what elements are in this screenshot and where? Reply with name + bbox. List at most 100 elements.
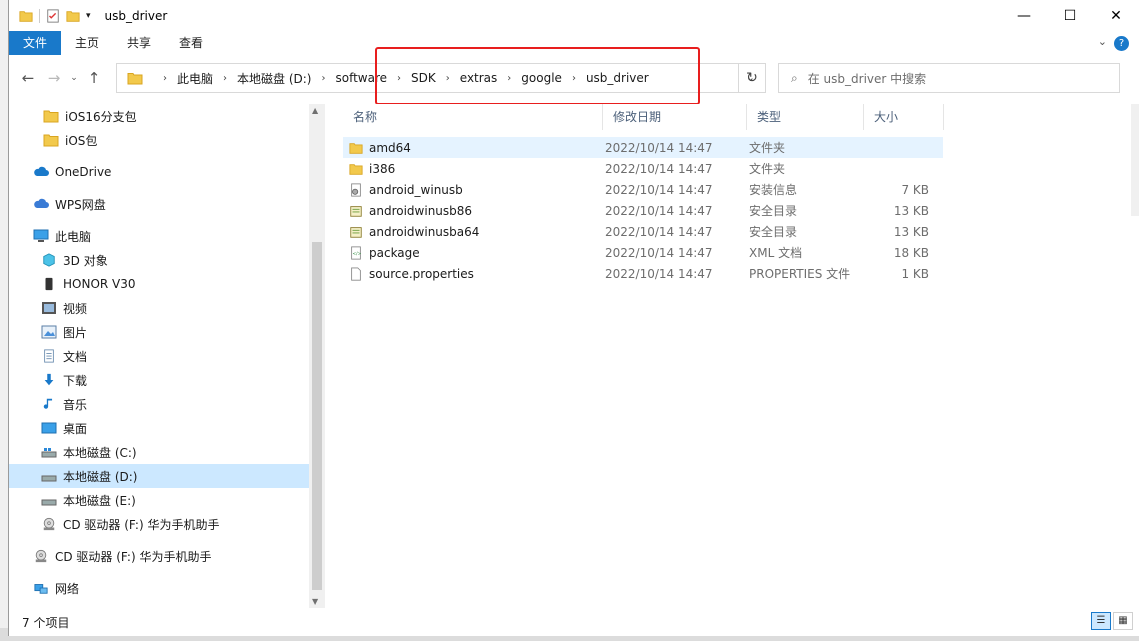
view-switcher: ☰ ▦ [1091,612,1133,630]
window-controls: — ☐ ✕ [1001,0,1139,31]
forward-button[interactable]: → [41,69,67,87]
breadcrumb-item[interactable]: 此电脑 [177,70,213,87]
search-icon: ⌕ [791,70,798,85]
table-row[interactable]: amd64 2022/10/14 14:47 文件夹 [343,137,943,158]
sidebar-item-label: OneDrive [55,165,112,179]
security-catalog-icon [350,226,362,238]
new-folder-icon[interactable] [66,9,80,23]
sidebar-item-documents[interactable]: 文档 [9,344,309,368]
file-icon [351,266,361,281]
folder-icon [349,142,363,154]
file-date: 2022/10/14 14:47 [605,161,713,176]
file-type: 文件夹 [749,162,786,176]
scroll-down-icon[interactable]: ▼ [312,597,318,606]
drive-icon [41,475,57,482]
tab-share[interactable]: 共享 [113,31,165,55]
sidebar-item-label: 下载 [63,373,88,388]
music-icon [43,398,53,409]
sidebar-item-label: 文档 [63,349,88,364]
scrollbar-thumb[interactable] [312,242,322,590]
sidebar-item-onedrive[interactable]: OneDrive [9,160,309,184]
explorer-window: ▾ usb_driver — ☐ ✕ 文件 主页 共享 查看 ⌄ ? ← → ⌄… [8,0,1139,636]
sidebar-item-label: 此电脑 [55,229,92,244]
file-date: 2022/10/14 14:47 [605,140,713,155]
chevron-down-icon[interactable]: ▾ [86,11,91,21]
properties-icon[interactable] [46,8,60,23]
table-row[interactable]: source.properties 2022/10/14 14:47 PROPE… [343,263,943,284]
sidebar-item-drive-c[interactable]: 本地磁盘 (C:) [9,440,309,464]
sidebar-item-honor[interactable]: HONOR V30 [9,272,309,296]
tab-view[interactable]: 查看 [165,31,217,55]
column-header-date[interactable]: 修改日期 [603,104,747,130]
tab-home[interactable]: 主页 [61,31,113,55]
navigation-pane: iOS16分支包 iOS包 OneDrive WPS网盘 此电脑 3D 对象 H… [9,104,309,608]
column-header-type[interactable]: 类型 [747,104,864,130]
sidebar-item-ios[interactable]: iOS包 [9,128,309,152]
sidebar-item-ios16[interactable]: iOS16分支包 [9,104,309,128]
file-date: 2022/10/14 14:47 [605,182,713,197]
column-header-size[interactable]: 大小 [864,104,944,130]
content-scrollbar-edge [1131,104,1139,216]
sidebar-item-label: 图片 [63,325,88,340]
up-button[interactable]: ↑ [81,69,107,87]
file-date: 2022/10/14 14:47 [605,224,713,239]
file-size: 18 KB [893,245,929,260]
file-name: i386 [369,161,396,176]
sidebar-scrollbar[interactable]: ▲ ▼ [309,104,325,608]
sidebar-item-pictures[interactable]: 图片 [9,320,309,344]
sidebar-item-label: 音乐 [63,397,88,412]
file-name: amd64 [369,140,411,155]
sidebar-item-drive-e[interactable]: 本地磁盘 (E:) [9,488,309,512]
sidebar-item-cd-drive[interactable]: CD 驱动器 (F:) 华为手机助手 [9,512,309,536]
table-row[interactable]: android_winusb 2022/10/14 14:47 安装信息 7 K… [343,179,943,200]
tab-file[interactable]: 文件 [9,31,62,55]
sidebar-item-downloads[interactable]: 下载 [9,368,309,392]
search-input[interactable]: ⌕ 在 usb_driver 中搜索 [778,63,1120,93]
recent-locations-chevron-icon[interactable]: ⌄ [67,73,81,83]
minimize-button[interactable]: — [1001,0,1047,31]
table-row[interactable]: </> package 2022/10/14 14:47 XML 文档 18 KB [343,242,943,263]
picture-icon [41,325,57,339]
folder-icon [43,110,59,123]
table-row[interactable]: i386 2022/10/14 14:47 文件夹 [343,158,943,179]
back-button[interactable]: ← [15,69,41,87]
sidebar-item-label: iOS16分支包 [65,109,137,124]
window-title: usb_driver [104,8,168,23]
scroll-up-icon[interactable]: ▲ [312,106,318,115]
sidebar-item-wps[interactable]: WPS网盘 [9,192,309,216]
chevron-right-icon[interactable]: › [321,73,325,84]
chevron-right-icon[interactable]: › [163,73,167,84]
sidebar-item-videos[interactable]: 视频 [9,296,309,320]
sidebar-item-label: 桌面 [63,421,88,436]
sidebar-item-label: 视频 [63,301,88,316]
details-view-icon[interactable]: ☰ [1091,612,1111,630]
status-bar: 7 个项目 ☰ ▦ [9,608,1139,636]
file-size: 7 KB [901,182,929,197]
table-row[interactable]: androidwinusb86 2022/10/14 14:47 安全目录 13… [343,200,943,221]
sidebar-item-desktop[interactable]: 桌面 [9,416,309,440]
highlight-annotation [375,47,700,105]
file-type: 文件夹 [749,141,786,155]
sidebar-item-network[interactable]: 网络 [9,576,309,600]
column-header-name[interactable]: 名称 [343,104,603,130]
download-icon [44,373,54,386]
sidebar-item-3d-objects[interactable]: 3D 对象 [9,248,309,272]
folder-icon [349,163,363,175]
table-row[interactable]: androidwinusba64 2022/10/14 14:47 安全目录 1… [343,221,943,242]
expand-ribbon-icon[interactable]: ⌄ [1098,35,1107,48]
maximize-button[interactable]: ☐ [1047,0,1093,31]
drive-icon [41,448,57,458]
file-type: 安全目录 [749,225,798,239]
help-button[interactable]: ? [1114,36,1129,51]
breadcrumb-item[interactable]: 本地磁盘 (D:) [237,70,311,87]
chevron-right-icon[interactable]: › [223,73,227,84]
sidebar-item-label: CD 驱动器 (F:) 华为手机助手 [63,517,220,532]
sidebar-item-cd-drive-root[interactable]: CD 驱动器 (F:) 华为手机助手 [9,544,309,568]
sidebar-item-drive-d[interactable]: 本地磁盘 (D:) [9,464,309,488]
refresh-button[interactable]: ↻ [738,63,766,93]
close-button[interactable]: ✕ [1093,0,1139,31]
sidebar-item-music[interactable]: 音乐 [9,392,309,416]
sidebar-item-this-pc[interactable]: 此电脑 [9,224,309,248]
large-icons-view-icon[interactable]: ▦ [1113,612,1133,630]
refresh-icon: ↻ [746,70,758,86]
